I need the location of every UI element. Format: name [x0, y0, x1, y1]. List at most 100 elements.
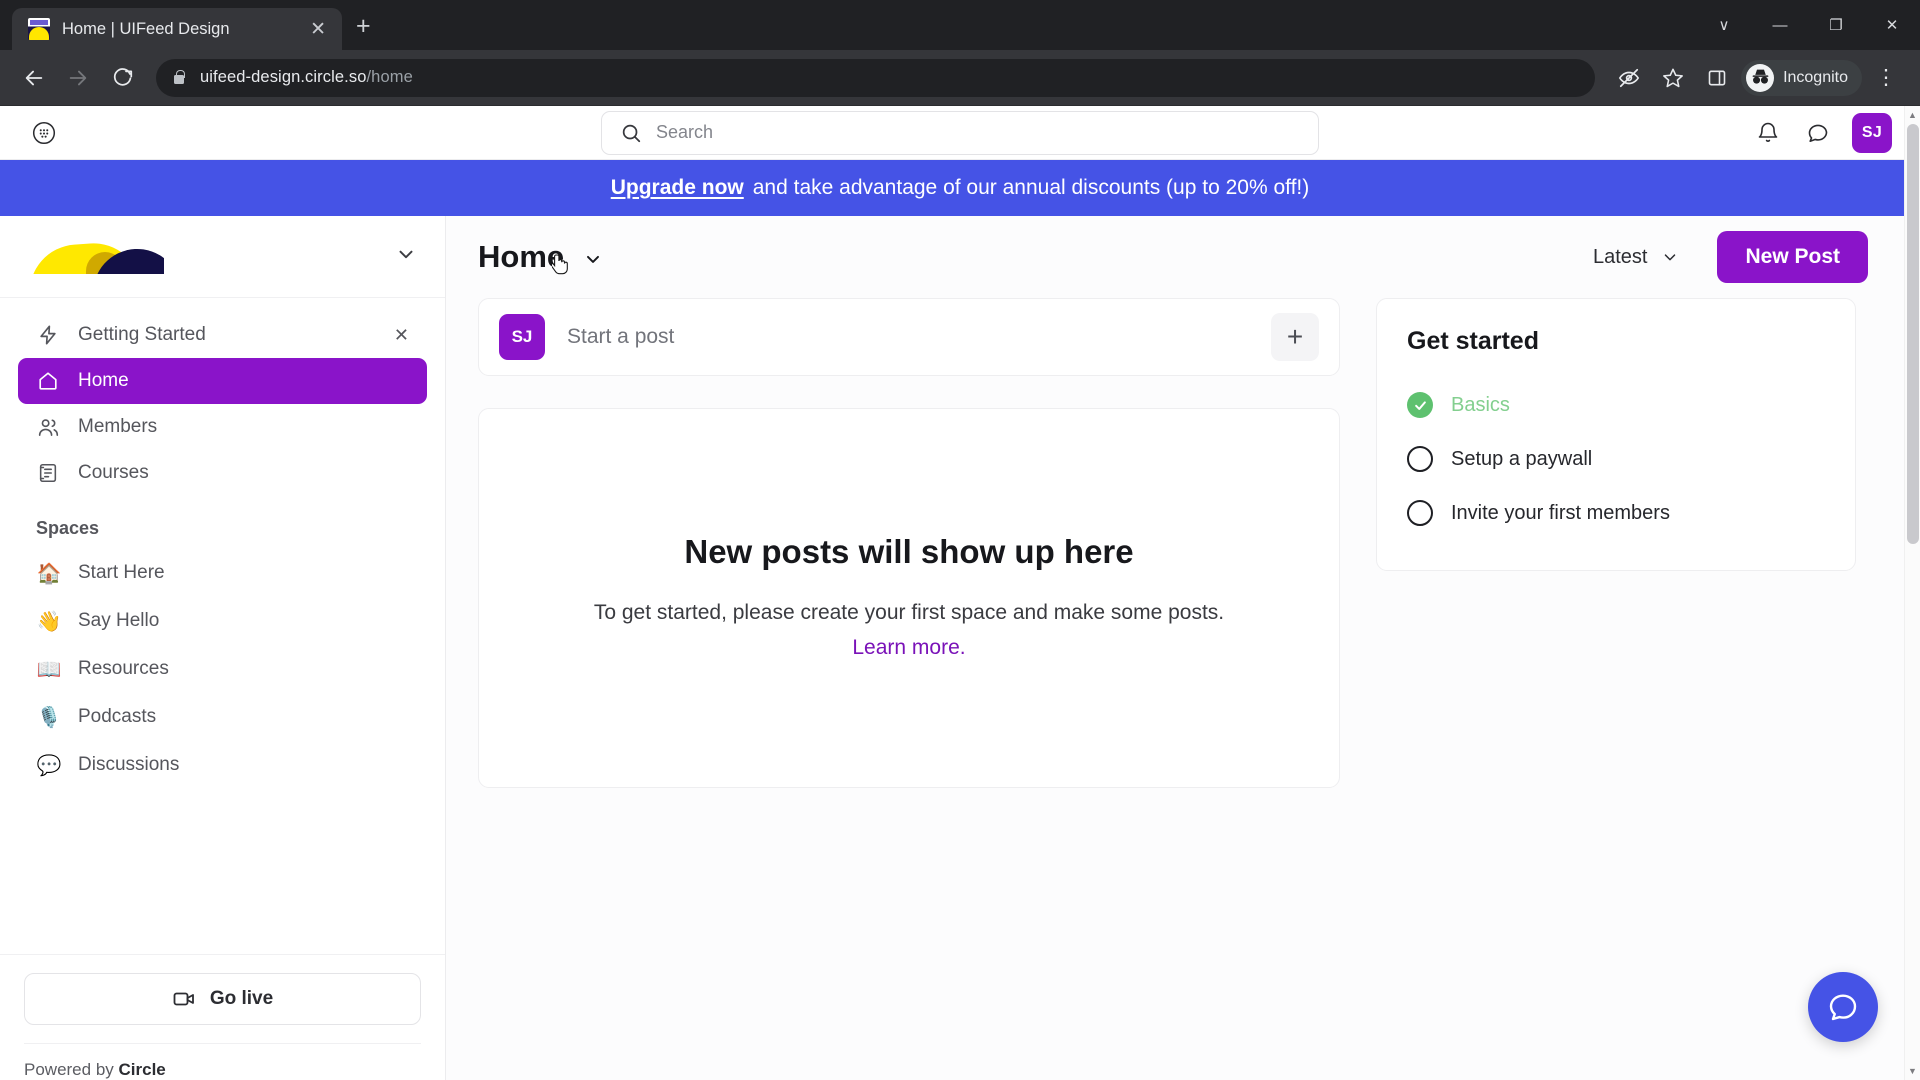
chat-bubble-icon[interactable]	[1802, 117, 1834, 149]
url-text: uifeed-design.circle.so/home	[200, 68, 413, 87]
empty-state-subtitle-text: To get started, please create your first…	[593, 600, 1225, 624]
checklist-item-invite-your-first-members[interactable]: Invite your first members	[1407, 486, 1825, 540]
minimize-window-button[interactable]: —	[1752, 0, 1808, 50]
composer-placeholder: Start a post	[567, 325, 675, 348]
window-controls: ∨ — ❐ ✕	[1696, 0, 1920, 50]
browser-toolbar: uifeed-design.circle.so/home Incognito ⋮	[0, 50, 1920, 106]
search-placeholder: Search	[656, 122, 714, 142]
new-post-button[interactable]: New Post	[1717, 231, 1868, 283]
sidebar-footer: Go live Powered by Circle	[0, 954, 445, 1080]
browser-tab-strip: Home | UIFeed Design ✕ + ∨ — ❐ ✕	[0, 0, 1920, 50]
sidebar-item-label: Courses	[78, 462, 149, 483]
reload-icon[interactable]	[102, 58, 142, 98]
page-title-text: Home	[478, 239, 565, 274]
powered-brand: Circle	[118, 1060, 166, 1079]
sidebar-space-discussions[interactable]: 💬 Discussions	[18, 741, 427, 789]
maximize-window-button[interactable]: ❐	[1808, 0, 1864, 50]
sidebar-space-say-hello[interactable]: 👋 Say Hello	[18, 597, 427, 645]
add-post-icon[interactable]: +	[1271, 313, 1319, 361]
check-circle-icon	[1407, 392, 1433, 418]
sidebar-item-home[interactable]: Home	[18, 358, 427, 404]
browser-menu-icon[interactable]: ⋮	[1866, 58, 1906, 98]
sort-dropdown[interactable]: Latest	[1593, 246, 1679, 269]
speech-balloon-emoji-icon: 💬	[36, 753, 62, 777]
feed-column: SJ Start a post + New posts will show up…	[478, 298, 1340, 1080]
sidebar-item-getting-started[interactable]: Getting Started ✕	[18, 312, 427, 358]
page-scrollbar[interactable]: ▲ ▼	[1904, 106, 1920, 1080]
main-header-actions: Latest New Post	[1593, 231, 1868, 283]
scroll-down-arrow-icon[interactable]: ▼	[1905, 1062, 1920, 1080]
composer-avatar: SJ	[499, 314, 545, 360]
checklist-item-basics[interactable]: Basics	[1407, 378, 1825, 432]
empty-state-subtitle: To get started, please create your first…	[594, 597, 1224, 664]
chevron-down-icon	[1665, 254, 1676, 261]
search-input[interactable]: Search	[601, 110, 1319, 155]
empty-circle-icon	[1407, 500, 1433, 526]
sidebar-logo-row	[0, 216, 445, 298]
sidebar-space-podcasts[interactable]: 🎙️ Podcasts	[18, 693, 427, 741]
powered-by: Powered by Circle	[24, 1043, 421, 1080]
incognito-icon	[1746, 63, 1775, 92]
microphone-emoji-icon: 🎙️	[36, 705, 62, 729]
apps-grid-icon[interactable]	[28, 117, 60, 149]
open-book-emoji-icon: 📖	[36, 657, 62, 681]
close-tab-icon[interactable]: ✕	[304, 16, 332, 43]
bookmark-star-icon[interactable]	[1653, 58, 1693, 98]
home-icon	[36, 369, 60, 393]
learn-more-link[interactable]: Learn more.	[594, 632, 1224, 664]
forward-icon[interactable]	[58, 58, 98, 98]
favicon-icon	[28, 18, 50, 40]
empty-state-title: New posts will show up here	[684, 532, 1134, 570]
app-header-actions: SJ	[1752, 112, 1892, 153]
house-emoji-icon: 🏠	[36, 561, 62, 585]
sidebar-space-label: Podcasts	[78, 706, 157, 727]
scrollbar-thumb[interactable]	[1907, 124, 1919, 544]
banner-text: and take advantage of our annual discoun…	[752, 176, 1310, 199]
url-path: /home	[366, 68, 413, 86]
sort-value: Latest	[1592, 245, 1648, 268]
chevron-down-icon[interactable]	[583, 249, 603, 269]
sidebar-item-label: Getting Started	[78, 324, 206, 345]
sidebar-space-label: Resources	[78, 658, 169, 679]
checklist-item-label: Setup a paywall	[1451, 447, 1593, 470]
back-icon[interactable]	[14, 58, 54, 98]
sidebar-space-resources[interactable]: 📖 Resources	[18, 645, 427, 693]
scroll-up-arrow-icon[interactable]: ▲	[1905, 106, 1920, 124]
spaces-section-label: Spaces	[36, 518, 100, 538]
empty-circle-icon	[1407, 446, 1433, 472]
third-party-cookie-blocked-icon[interactable]	[1609, 58, 1649, 98]
search-icon	[622, 124, 641, 142]
browser-tab[interactable]: Home | UIFeed Design ✕	[12, 8, 342, 50]
upgrade-banner: Upgrade now and take advantage of our an…	[0, 160, 1920, 216]
sidebar-space-start-here[interactable]: 🏠 Start Here	[18, 549, 427, 597]
lock-icon	[172, 70, 186, 86]
checklist-item-setup-a-paywall[interactable]: Setup a paywall	[1407, 432, 1825, 486]
app-header: Search SJ	[0, 106, 1920, 160]
sidebar-item-members[interactable]: Members	[18, 404, 427, 450]
dismiss-getting-started-icon[interactable]: ✕	[394, 325, 409, 346]
incognito-profile-chip[interactable]: Incognito	[1741, 59, 1862, 96]
bell-icon[interactable]	[1752, 117, 1784, 149]
powered-prefix: Powered by	[24, 1060, 114, 1079]
tab-title: Home | UIFeed Design	[62, 19, 230, 38]
community-logo[interactable]	[28, 239, 164, 274]
new-tab-button[interactable]: +	[342, 8, 385, 45]
tab-search-icon[interactable]: ∨	[1696, 0, 1752, 50]
chevron-down-icon[interactable]	[395, 243, 417, 270]
go-live-button[interactable]: Go live	[24, 973, 421, 1025]
sidebar-item-courses[interactable]: Courses	[18, 450, 427, 496]
close-window-button[interactable]: ✕	[1864, 0, 1920, 50]
checklist-item-label: Invite your first members	[1451, 501, 1670, 524]
address-bar[interactable]: uifeed-design.circle.so/home	[156, 58, 1596, 97]
upgrade-now-link[interactable]: Upgrade now	[611, 176, 744, 200]
sidebar: Getting Started ✕ Home Members Courses S…	[0, 216, 446, 1080]
main-header: Home Latest New Post	[446, 216, 1920, 298]
sidebar-space-label: Say Hello	[78, 610, 160, 631]
page-title[interactable]: Home	[478, 239, 603, 275]
support-chat-button[interactable]	[1808, 972, 1878, 1042]
user-avatar[interactable]: SJ	[1852, 112, 1892, 153]
side-panel-icon[interactable]	[1697, 58, 1737, 98]
browser-window: Home | UIFeed Design ✕ + ∨ — ❐ ✕ uifeed-…	[0, 0, 1920, 1080]
sidebar-item-label: Members	[78, 416, 158, 437]
post-composer[interactable]: SJ Start a post +	[478, 298, 1340, 376]
